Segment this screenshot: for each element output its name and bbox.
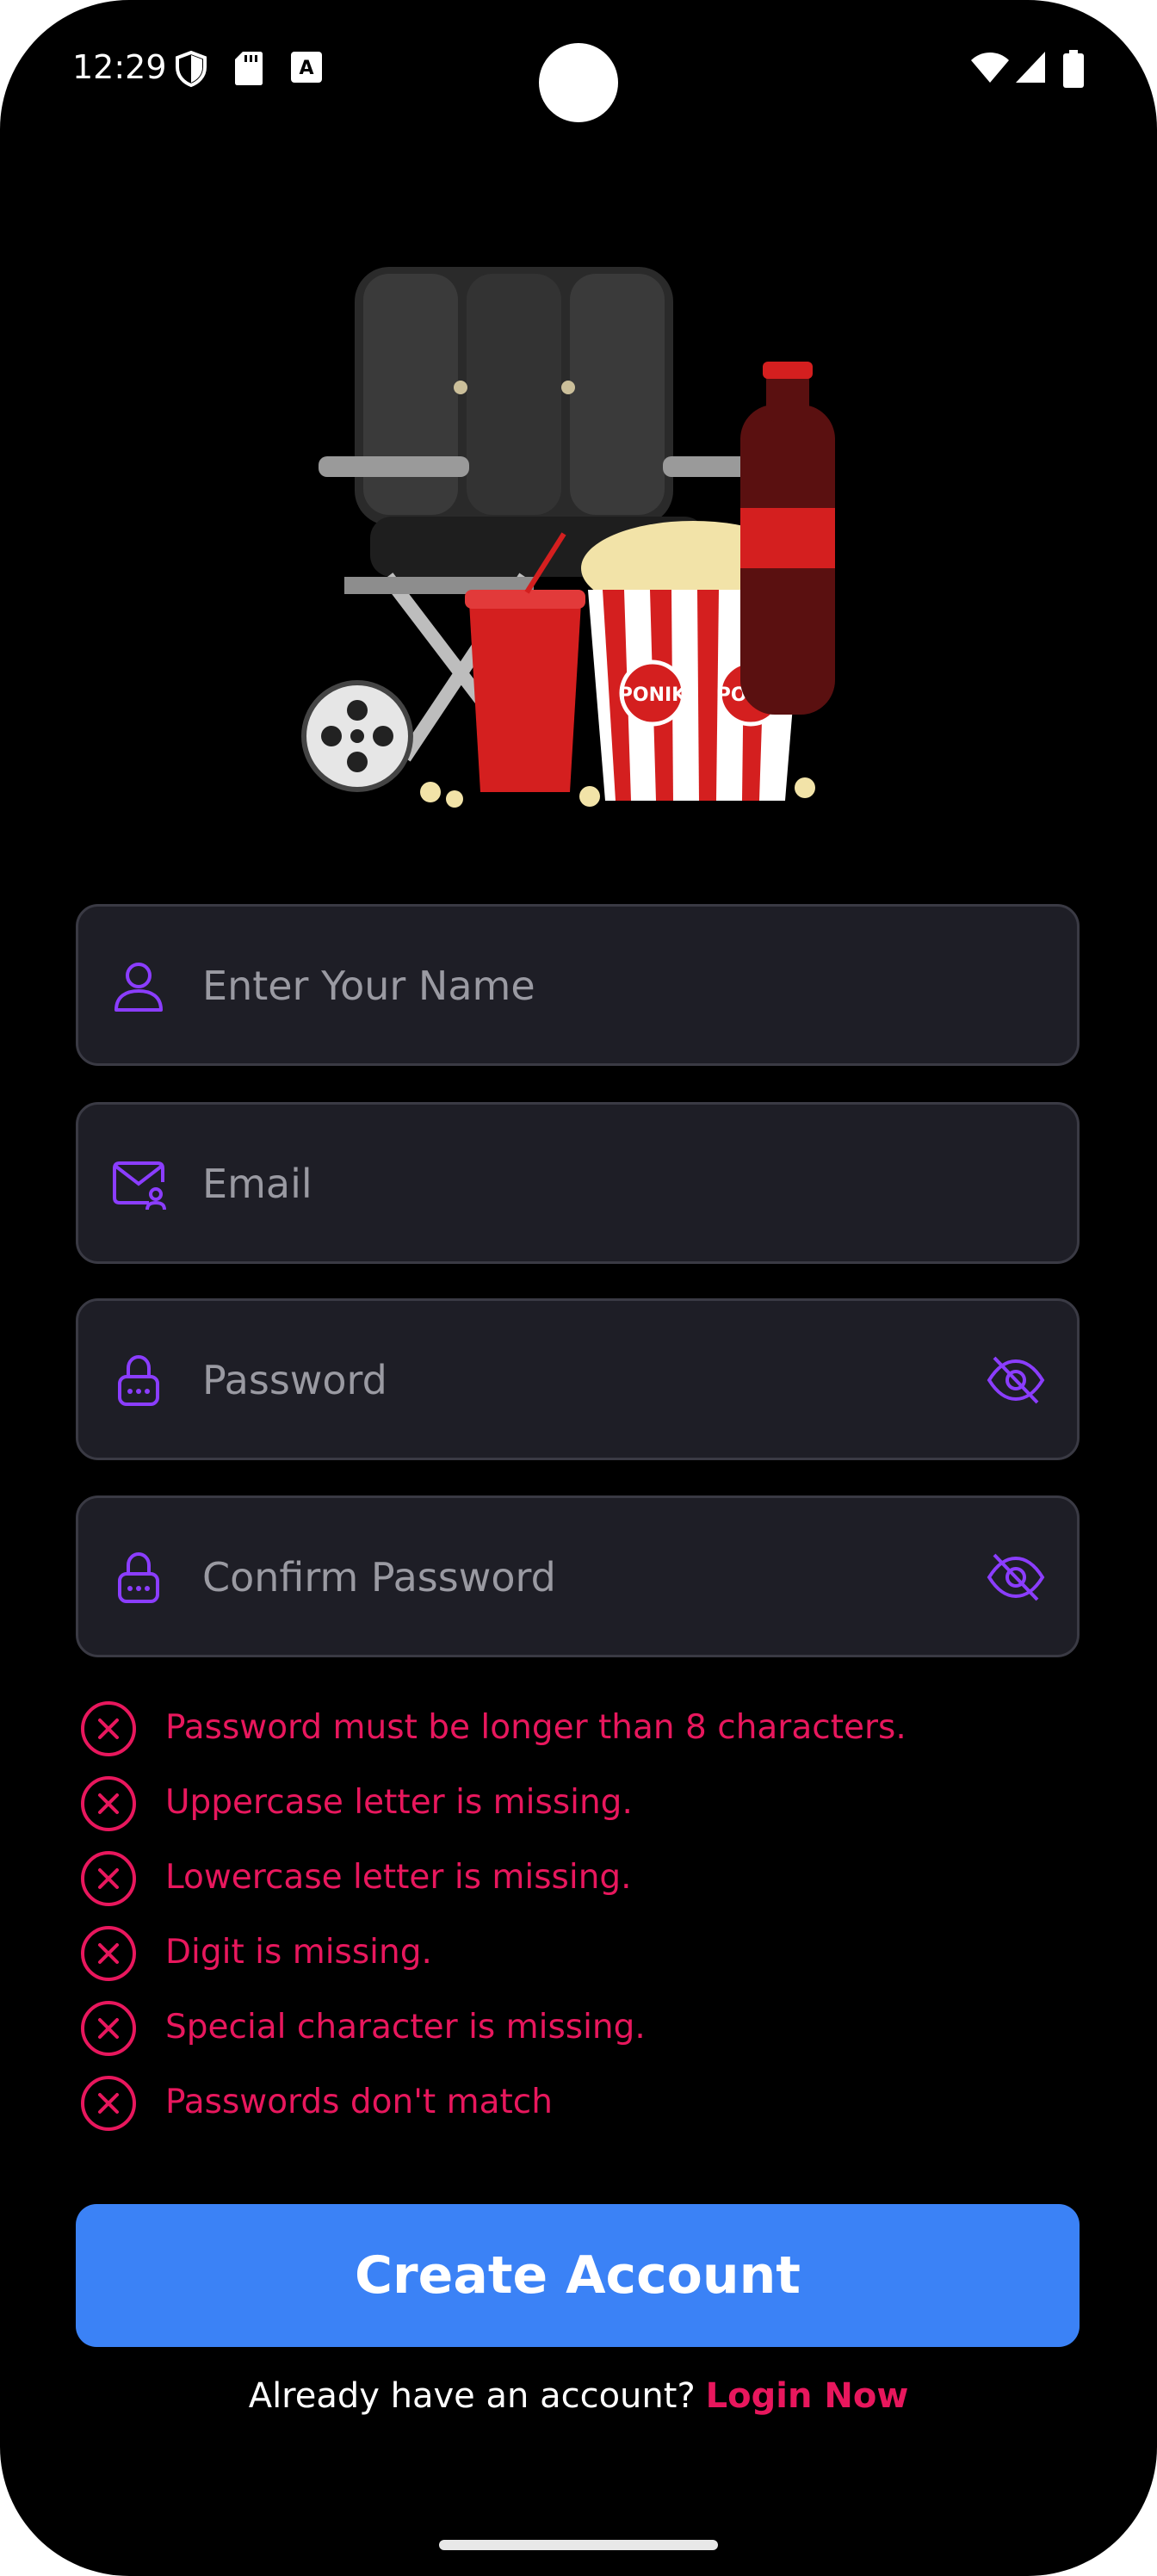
email-input[interactable] <box>201 1105 979 1263</box>
validation-error-text: Special character is missing. <box>165 2008 646 2047</box>
popcorn-label: PONIK <box>619 684 687 706</box>
password-input[interactable] <box>201 1301 979 1459</box>
create-account-button[interactable]: Create Account <box>76 2204 1080 2347</box>
validation-error-text: Digit is missing. <box>165 1933 432 1972</box>
confirm-password-input[interactable] <box>201 1498 979 1656</box>
error-x-circle-icon <box>81 2076 136 2131</box>
validation-error-text: Password must be longer than 8 character… <box>165 1708 906 1747</box>
signal-icon <box>1016 52 1045 83</box>
error-x-circle-icon <box>81 1701 136 1756</box>
svg-text:A: A <box>299 58 313 79</box>
validation-error-text: Lowercase letter is missing. <box>165 1858 632 1897</box>
login-prompt-row: Already have an account? Login Now <box>0 2376 1157 2416</box>
camera-cutout <box>539 43 618 122</box>
wifi-icon <box>971 53 1009 83</box>
keyboard-a-icon: A <box>291 52 322 83</box>
shield-icon <box>176 50 207 88</box>
home-indicator[interactable] <box>439 2540 718 2550</box>
mail-user-icon <box>113 1161 166 1211</box>
name-input[interactable] <box>201 907 979 1065</box>
login-now-link[interactable]: Login Now <box>706 2376 909 2416</box>
login-prompt-text: Already have an account? <box>248 2376 696 2416</box>
status-time: 12:29 <box>72 48 167 86</box>
sd-card-icon <box>235 52 263 85</box>
eye-off-icon[interactable] <box>986 1550 1046 1605</box>
confirm-password-field <box>76 1495 1080 1657</box>
error-x-circle-icon <box>81 1851 136 1906</box>
battery-icon <box>1063 50 1084 88</box>
lock-icon <box>118 1354 159 1406</box>
lock-icon <box>118 1551 159 1603</box>
phone-screen: 12:29 A PONIK Enter Your Name Email Pass… <box>0 0 1157 2576</box>
user-icon <box>114 963 163 1012</box>
error-x-circle-icon <box>81 1776 136 1831</box>
eye-off-icon[interactable] <box>986 1353 1046 1408</box>
validation-error-text: Passwords don't match <box>165 2083 553 2121</box>
name-field <box>76 904 1080 1066</box>
hero-cinema-illustration: PONIK PONIK <box>301 267 835 808</box>
validation-error-text: Uppercase letter is missing. <box>165 1783 633 1822</box>
password-field <box>76 1298 1080 1460</box>
error-x-circle-icon <box>81 2001 136 2056</box>
email-field <box>76 1102 1080 1264</box>
error-x-circle-icon <box>81 1926 136 1981</box>
